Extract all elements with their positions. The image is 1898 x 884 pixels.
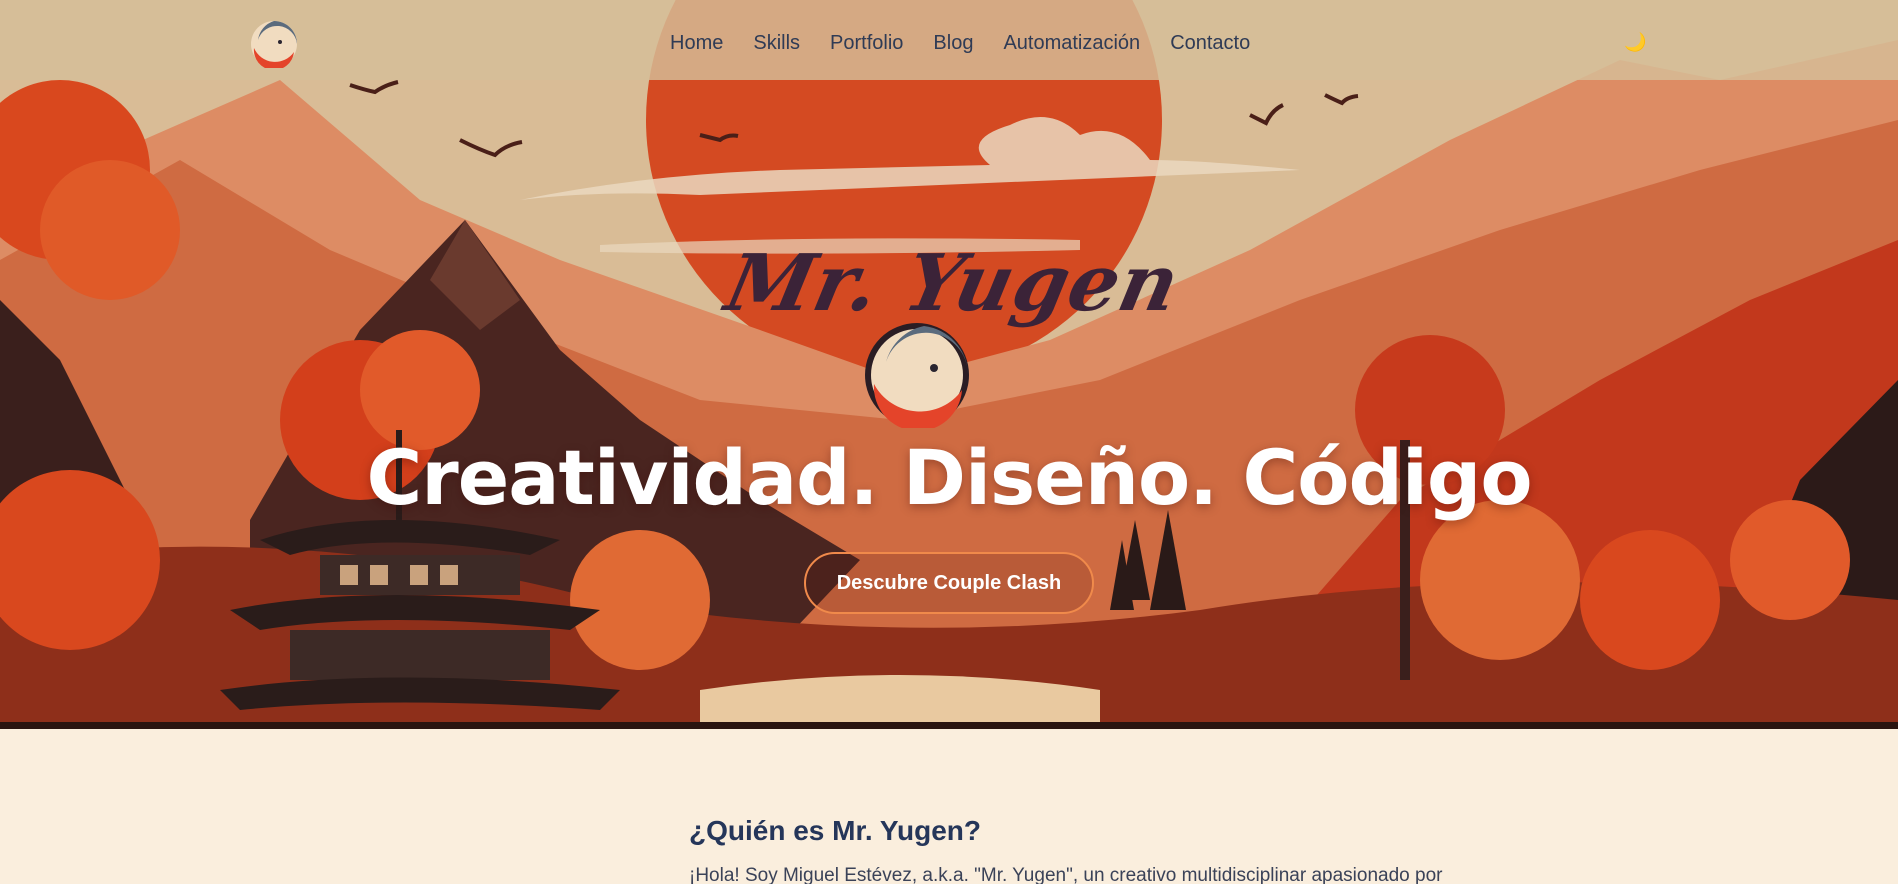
about-heading: ¿Quién es Mr. Yugen? (689, 815, 981, 846)
about-section: ¿Quién es Mr. Yugen? ¡Hola! Soy Miguel E… (0, 729, 1898, 884)
about-paragraph: ¡Hola! Soy Miguel Estévez, a.k.a. "Mr. Y… (689, 865, 1443, 884)
nav-link-automatizacion[interactable]: Automatización (1003, 32, 1140, 55)
hero-section: Home Skills Portfolio Blog Automatizació… (0, 0, 1898, 729)
nav-link-blog[interactable]: Blog (933, 32, 973, 55)
nav-link-skills[interactable]: Skills (753, 32, 800, 55)
hero-headline: Creatividad. Diseño. Código (366, 433, 1532, 522)
brand-wordmark: Mr. Yugen (718, 238, 1188, 329)
yugen-logo-icon (865, 323, 969, 428)
yugen-logo-icon[interactable] (250, 20, 298, 68)
discover-couple-clash-button[interactable]: Descubre Couple Clash (804, 552, 1094, 614)
moon-icon[interactable]: 🌙 (1624, 34, 1646, 52)
nav-link-contacto[interactable]: Contacto (1170, 32, 1250, 55)
nav-links: Home Skills Portfolio Blog Automatizació… (670, 32, 1280, 55)
nav-link-home[interactable]: Home (670, 32, 723, 55)
top-navigation-bar: Home Skills Portfolio Blog Automatizació… (0, 0, 1898, 80)
nav-link-portfolio[interactable]: Portfolio (830, 32, 903, 55)
